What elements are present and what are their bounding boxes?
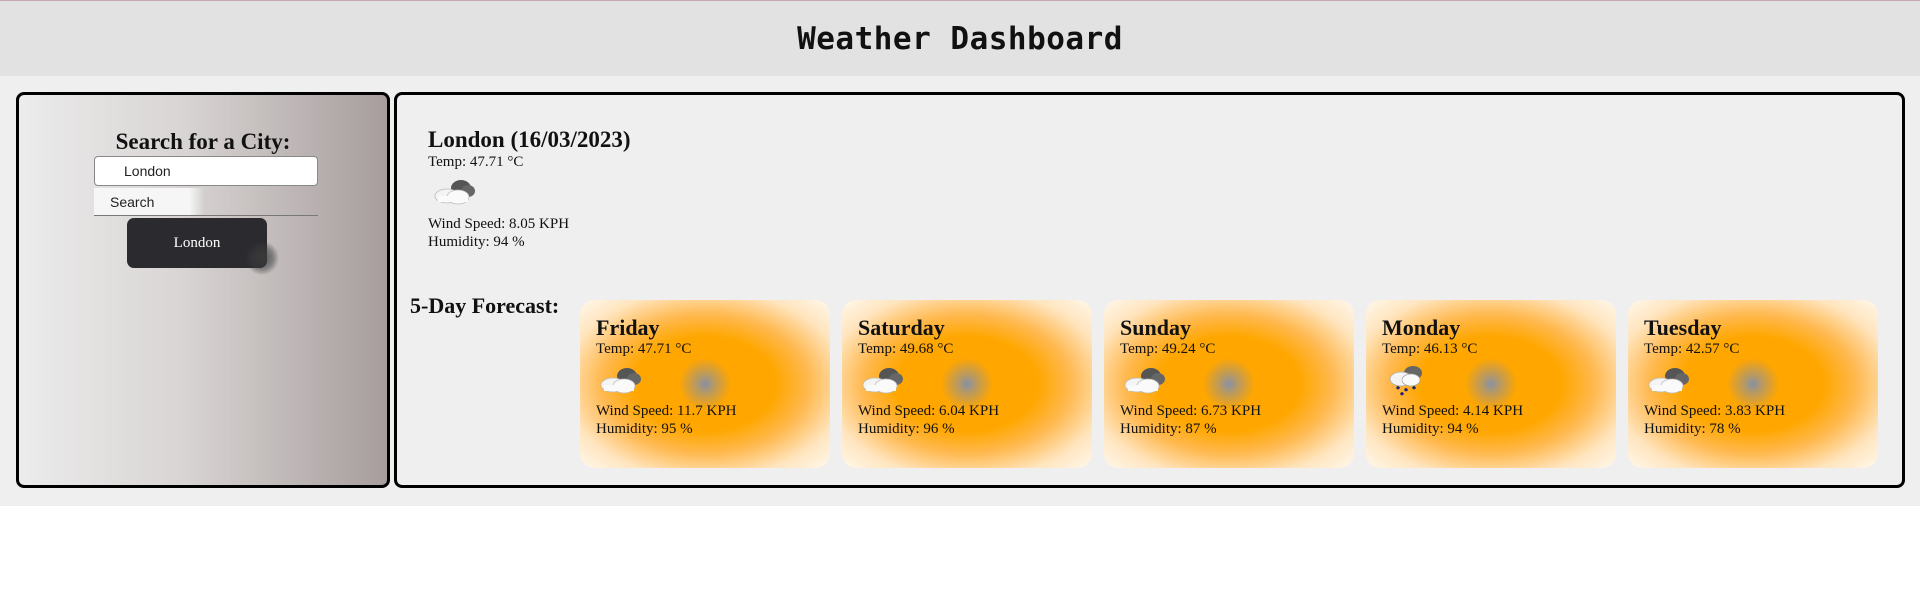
forecast-temp: Temp: 49.68 °C (858, 341, 954, 357)
search-button[interactable]: Search (94, 188, 318, 216)
forecast-wind: Wind Speed: 4.14 KPH (1382, 403, 1524, 419)
history-button-london[interactable]: London (127, 218, 267, 268)
forecast-card: Tuesday Temp: 42.57 °C Wind Speed: 3.83 … (1628, 300, 1878, 468)
forecast-day: Sunday (1120, 315, 1191, 340)
forecast-humidity: Humidity: 94 % (1382, 421, 1479, 437)
cloudy-icon (434, 180, 475, 205)
forecast-card: Friday Temp: 47.71 °C Wind Speed: 11.7 K… (580, 300, 830, 468)
cloudy-icon (862, 368, 903, 394)
forecast-day: Friday (596, 315, 660, 340)
forecast-humidity: Humidity: 78 % (1644, 421, 1741, 437)
forecast-temp: Temp: 46.13 °C (1382, 341, 1478, 357)
forecast-temp: Temp: 49.24 °C (1120, 341, 1216, 357)
cloudy-icon (1124, 368, 1165, 394)
search-sidebar: Search for a City: Search London (16, 92, 390, 488)
page-title: Weather Dashboard (797, 20, 1123, 57)
forecast-day: Tuesday (1644, 315, 1722, 340)
weather-panel: London (16/03/2023) Temp: 47.71 °C Wind … (394, 92, 1905, 488)
forecast-heading: 5-Day Forecast: (410, 293, 560, 318)
forecast-wind: Wind Speed: 3.83 KPH (1644, 403, 1786, 419)
forecast-wind: Wind Speed: 6.04 KPH (858, 403, 1000, 419)
current-wind: Wind Speed: 8.05 KPH (428, 216, 570, 232)
forecast-wind: Wind Speed: 11.7 KPH (596, 403, 737, 419)
current-humidity: Humidity: 94 % (428, 234, 525, 250)
forecast-humidity: Humidity: 96 % (858, 421, 955, 437)
forecast-card: Saturday Temp: 49.68 °C Wind Speed: 6.04… (842, 300, 1092, 468)
forecast-card: Sunday Temp: 49.24 °C Wind Speed: 6.73 K… (1104, 300, 1354, 468)
forecast-temp: Temp: 47.71 °C (596, 341, 692, 357)
current-temp: Temp: 47.71 °C (428, 154, 524, 170)
forecast-card: Monday Temp: 46.13 °C Wind Speed: 4.14 K… (1366, 300, 1616, 468)
app-header: Weather Dashboard (0, 1, 1920, 76)
forecast-wind: Wind Speed: 6.73 KPH (1120, 403, 1262, 419)
rain-icon (1389, 366, 1422, 396)
current-weather: London (16/03/2023) Temp: 47.71 °C Wind … (428, 127, 631, 251)
current-title: London (16/03/2023) (428, 127, 631, 152)
forecast-humidity: Humidity: 87 % (1120, 421, 1217, 437)
forecast-humidity: Humidity: 95 % (596, 421, 693, 437)
search-button-label: Search (110, 194, 155, 210)
cloudy-icon (600, 368, 641, 394)
cloudy-icon (1648, 368, 1689, 394)
city-search-input[interactable] (94, 156, 318, 186)
forecast-day: Monday (1382, 315, 1461, 340)
forecast-day: Saturday (858, 315, 945, 340)
forecast-temp: Temp: 42.57 °C (1644, 341, 1740, 357)
search-heading: Search for a City: (115, 129, 291, 154)
